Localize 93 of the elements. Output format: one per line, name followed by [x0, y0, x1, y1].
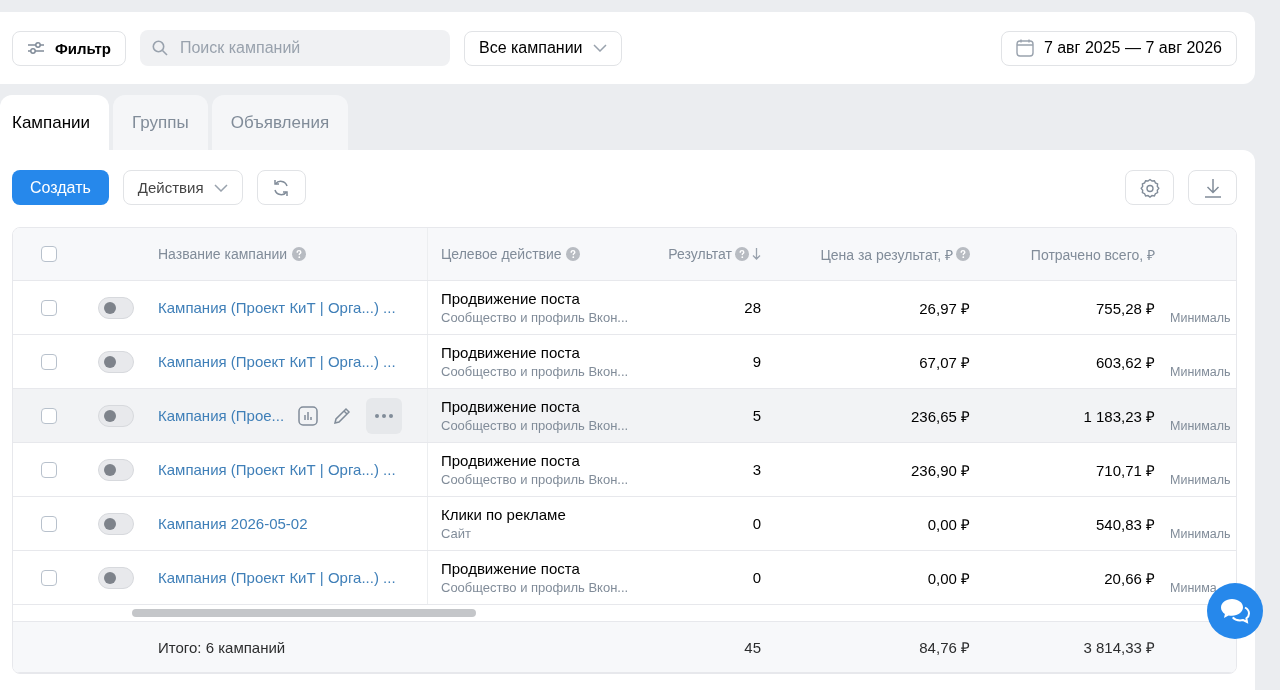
price-value: 67,07 ₽ [919, 352, 970, 372]
strategy-text: Минималь [1170, 311, 1231, 325]
toggle-switch[interactable] [97, 566, 134, 589]
campaign-link[interactable]: Кампания 2026-05-02 [158, 515, 308, 532]
total-label: Итого: 6 кампаний [158, 638, 286, 656]
target-action: Продвижение поста [441, 344, 581, 361]
help-icon[interactable] [292, 247, 307, 261]
download-icon [1203, 177, 1222, 198]
column-header[interactable]: Потрачено всего, ₽ [1030, 244, 1155, 264]
price-value: 0,00 ₽ [927, 514, 970, 534]
sliders-icon [27, 41, 45, 55]
refresh-button[interactable] [256, 170, 306, 205]
settings-icon [1139, 177, 1160, 198]
sort-arrow-icon[interactable] [752, 248, 761, 260]
column-header[interactable]: Результат [668, 246, 732, 262]
target-action: Продвижение поста [441, 290, 581, 307]
strategy-text: Минималь [1170, 527, 1231, 541]
spent-value: 540,83 ₽ [1095, 514, 1155, 534]
toggle-switch[interactable] [97, 296, 134, 319]
help-icon[interactable] [735, 247, 749, 261]
help-icon[interactable] [956, 247, 970, 261]
filter-button[interactable]: Фильтр [12, 30, 126, 66]
calendar-icon [1015, 39, 1034, 57]
total-result: 45 [744, 638, 761, 656]
target-action: Продвижение поста [441, 560, 581, 577]
checkbox[interactable] [41, 515, 57, 532]
target-detail: Сообщество и профиль Вкон... [441, 364, 630, 379]
toggle-switch[interactable] [97, 404, 134, 427]
target-action: Клики по рекламе [441, 506, 567, 523]
price-value: 236,65 ₽ [910, 406, 970, 426]
campaign-link[interactable]: Кампания (Проект КиТ | Орга...) ... [158, 299, 396, 316]
target-detail: Сайт [441, 526, 472, 541]
result-value: 0 [752, 515, 761, 532]
target-detail: Сообщество и профиль Вкон... [441, 310, 630, 325]
checkbox[interactable] [41, 407, 57, 424]
spent-value: 755,28 ₽ [1095, 298, 1155, 318]
strategy-text: Минима [1170, 581, 1217, 595]
actions-dropdown[interactable]: Действия [122, 170, 243, 205]
spent-value: 710,71 ₽ [1095, 460, 1155, 480]
target-detail: Сообщество и профиль Вкон... [441, 472, 630, 487]
strategy-text: Минималь [1170, 419, 1231, 433]
checkbox[interactable] [41, 353, 57, 370]
column-header[interactable]: Цена за результат, ₽ [820, 244, 953, 264]
target-detail: Сообщество и профиль Вкон... [441, 418, 630, 433]
result-value: 0 [752, 569, 761, 586]
price-value: 0,00 ₽ [927, 568, 970, 588]
result-value: 9 [752, 353, 761, 370]
create-button[interactable]: Создать [12, 170, 109, 205]
checkbox[interactable] [41, 569, 57, 586]
spent-value: 603,62 ₽ [1095, 352, 1155, 372]
statistics-icon[interactable] [298, 405, 319, 426]
checkbox[interactable] [41, 299, 57, 316]
spent-value: 1 183,23 ₽ [1083, 406, 1155, 426]
search-field[interactable]: Поиск кампаний [139, 30, 450, 66]
result-value: 28 [744, 299, 761, 316]
tab[interactable]: Кампании [0, 95, 110, 150]
edit-icon[interactable] [332, 405, 353, 426]
toggle-switch[interactable] [97, 458, 134, 481]
strategy-text: Минималь [1170, 365, 1231, 379]
target-action: Продвижение поста [441, 452, 581, 469]
date-range-picker[interactable]: 7 авг 2025 — 7 авг 2026 [1000, 30, 1237, 66]
chevron-down-icon [213, 183, 228, 192]
column-header[interactable]: Название кампании [158, 246, 288, 262]
target-detail: Сообщество и профиль Вкон... [441, 580, 630, 595]
result-value: 3 [752, 461, 761, 478]
download-button[interactable] [1188, 170, 1237, 205]
tab[interactable]: Объявления [211, 95, 349, 150]
tab[interactable]: Группы [113, 95, 208, 150]
price-value: 26,97 ₽ [919, 298, 970, 318]
column-header[interactable]: Целевое действие [441, 246, 562, 262]
spent-value: 20,66 ₽ [1104, 568, 1155, 588]
more-button[interactable] [366, 397, 403, 434]
campaign-link[interactable]: Кампания (Проект КиТ | Орга...) ... [158, 461, 396, 478]
target-action: Продвижение поста [441, 398, 581, 415]
toggle-switch[interactable] [97, 350, 134, 373]
more-icon [375, 413, 394, 418]
help-icon[interactable] [565, 247, 580, 261]
toggle-switch[interactable] [97, 512, 134, 535]
strategy-text: Минималь [1170, 473, 1231, 487]
campaign-link[interactable]: Кампания (Проект КиТ | Орга...) ... [158, 353, 396, 370]
total-spent: 3 814,33 ₽ [1083, 638, 1155, 657]
price-value: 236,90 ₽ [910, 460, 970, 480]
settings-button[interactable] [1125, 170, 1174, 205]
campaign-link[interactable]: Кампания (Проект КиТ | Орга...) ... [158, 569, 396, 586]
campaign-filter-dropdown[interactable]: Все кампании [463, 30, 622, 66]
checkbox[interactable] [41, 461, 57, 478]
total-price: 84,76 ₽ [919, 638, 970, 657]
chevron-down-icon [592, 44, 607, 52]
campaign-link[interactable]: Кампания (Прое... [158, 407, 285, 424]
chat-bubbles-icon [1220, 598, 1250, 624]
checkbox[interactable] [41, 246, 57, 262]
result-value: 5 [752, 407, 761, 424]
scrollbar-thumb[interactable] [132, 609, 476, 617]
